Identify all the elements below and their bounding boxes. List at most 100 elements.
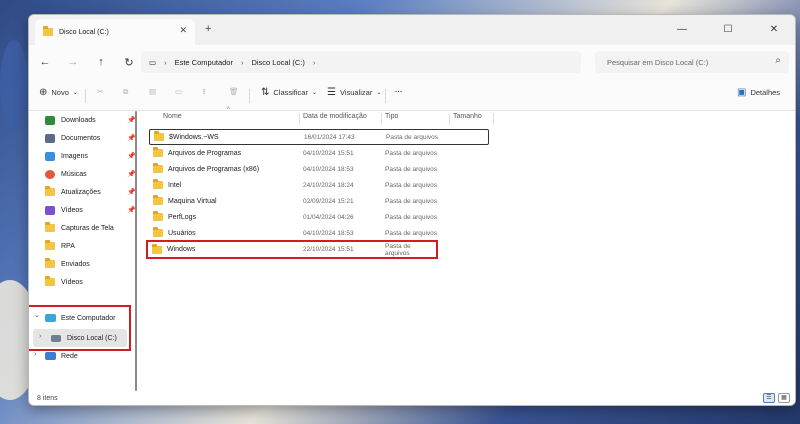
search-box[interactable]: Pesquisar em Disco Local (C:) ⌕: [595, 51, 789, 73]
sort-button[interactable]: ⇅ Classificar ⌄: [261, 87, 317, 98]
sidebar-item-atualizacoes[interactable]: Atualizações: [45, 183, 101, 201]
file-name: Arquivos de Programas (x86): [168, 165, 260, 173]
table-row[interactable]: Arquivos de Programas (x86) 04/10/2024 1…: [149, 161, 489, 177]
search-input[interactable]: Pesquisar em Disco Local (C:): [607, 58, 708, 67]
column-divider[interactable]: [449, 113, 450, 125]
sidebar-item-downloads[interactable]: Downloads: [45, 111, 96, 129]
sidebar-item-label: RPA: [61, 242, 75, 250]
address-bar[interactable]: ▭ › Este Computador › Disco Local (C:) ›: [141, 51, 581, 73]
sidebar-item-imagens[interactable]: Imagens: [45, 147, 88, 165]
folder-icon: [45, 222, 55, 232]
cut-icon[interactable]: ✂: [97, 87, 103, 96]
table-row[interactable]: Windows 22/10/2024 15:51 Pasta de arquiv…: [146, 240, 438, 259]
new-tab-button[interactable]: +: [205, 23, 211, 35]
body-area: Downloads 📌 Documentos 📌 Imagens 📌 Músic…: [29, 107, 795, 391]
details-view-button[interactable]: ☰: [763, 393, 775, 403]
column-header-name[interactable]: Nome: [163, 113, 182, 120]
table-row[interactable]: $Windows.~WS 16/01/2024 17:43 Pasta de a…: [149, 129, 489, 145]
file-name: Windows: [167, 246, 196, 253]
sidebar-item-documentos[interactable]: Documentos: [45, 129, 100, 147]
column-header-type[interactable]: Tipo: [385, 113, 398, 120]
sidebar-item-este-computador[interactable]: Este Computador: [45, 309, 115, 327]
file-type: Pasta de arquivos: [385, 165, 438, 173]
table-row[interactable]: Arquivos de Programas 04/10/2024 15:51 P…: [149, 145, 489, 161]
file-type: Pasta de arquivos: [385, 181, 438, 189]
share-icon[interactable]: ⇪: [201, 87, 207, 96]
toolbar-divider: [385, 89, 386, 103]
sort-icon: ⇅: [261, 87, 270, 98]
more-options-button[interactable]: ···: [395, 87, 403, 96]
toolbar-divider: [249, 89, 250, 103]
paste-icon[interactable]: ▤: [149, 87, 156, 96]
delete-icon[interactable]: 🗑: [229, 87, 239, 96]
file-name: Maquina Virtual: [168, 197, 217, 205]
minimize-button[interactable]: —: [659, 19, 705, 39]
sidebar-item-label: Documentos: [61, 134, 101, 142]
tab-title: Disco Local (C:): [59, 28, 109, 36]
close-tab-icon[interactable]: ✕: [179, 25, 187, 36]
maximize-button[interactable]: ☐: [705, 19, 751, 39]
table-row[interactable]: Usuários 04/10/2024 18:53 Pasta de arqui…: [149, 225, 489, 241]
sidebar-item-rede[interactable]: Rede: [45, 347, 78, 365]
breadcrumb-disco-local[interactable]: Disco Local (C:): [251, 58, 304, 67]
folder-icon: [153, 179, 163, 189]
sidebar-item-rpa[interactable]: RPA: [45, 237, 75, 255]
sidebar-item-capturas-de-tela[interactable]: Capturas de Tela: [45, 219, 114, 237]
sidebar-item-videos[interactable]: Vídeos: [45, 201, 83, 219]
sidebar-item-label: Enviados: [61, 260, 90, 268]
column-header-date[interactable]: Data de modificação: [303, 113, 367, 120]
sidebar-item-musicas[interactable]: Músicas: [45, 165, 87, 183]
folder-icon: [43, 26, 53, 36]
new-button[interactable]: ⊕ Novo ⌄: [39, 87, 78, 98]
sidebar-item-label: Músicas: [61, 170, 87, 178]
music-icon: [45, 169, 55, 179]
sidebar-item-label: Imagens: [61, 152, 88, 160]
sidebar-item-label: Vídeos: [61, 206, 83, 214]
sidebar-item-disco-local[interactable]: Disco Local (C:): [51, 329, 117, 347]
breadcrumb-este-computador[interactable]: Este Computador: [175, 58, 233, 67]
column-divider[interactable]: [493, 113, 494, 125]
file-name: Usuários: [168, 229, 196, 237]
sidebar-scrollbar[interactable]: [135, 111, 137, 391]
breadcrumb-separator[interactable]: ›: [313, 58, 316, 67]
close-window-button[interactable]: ✕: [751, 19, 795, 39]
expand-chevron-icon[interactable]: ⌄: [34, 311, 40, 319]
details-button[interactable]: ▣ Detalhes: [737, 87, 780, 98]
copy-icon[interactable]: ⧉: [123, 87, 128, 97]
column-divider[interactable]: [299, 113, 300, 125]
wallpaper-shape: [0, 40, 28, 130]
file-type: Pasta de arquivos: [385, 213, 438, 221]
folder-icon: [45, 276, 55, 286]
table-row[interactable]: Maquina Virtual 02/09/2024 15:21 Pasta d…: [149, 193, 489, 209]
tiles-view-button[interactable]: ▦: [778, 393, 790, 403]
refresh-button[interactable]: ↻: [115, 56, 143, 69]
back-button[interactable]: ←: [31, 56, 59, 68]
view-button[interactable]: ☰ Visualizar ⌄: [327, 87, 381, 98]
rename-icon[interactable]: ▭: [175, 87, 182, 96]
chevron-down-icon: ⌄: [72, 90, 78, 96]
monitor-icon: ▭: [149, 57, 157, 67]
sidebar-item-enviados[interactable]: Enviados: [45, 255, 90, 273]
table-row[interactable]: Intel 24/10/2024 18:24 Pasta de arquivos: [149, 177, 489, 193]
chevron-down-icon: ⌄: [311, 90, 318, 96]
file-type: Pasta de arquivos: [385, 229, 438, 237]
file-type: Pasta de arquivos: [386, 133, 439, 141]
folder-icon: [153, 211, 163, 221]
drive-icon: [51, 334, 61, 342]
command-bar: ⊕ Novo ⌄ ✂ ⧉ ▤ ▭ ⇪ 🗑 ⇅ Classificar ⌄ ☰ V…: [29, 79, 795, 111]
breadcrumb-separator[interactable]: ›: [241, 58, 244, 67]
collapse-chevron-icon[interactable]: ›: [39, 333, 41, 340]
computer-icon: [45, 314, 56, 322]
column-divider[interactable]: [381, 113, 382, 125]
chevron-down-icon: ⌄: [376, 90, 382, 96]
toolbar-divider: [85, 89, 86, 103]
file-date: 22/10/2024 15:51: [303, 246, 354, 253]
column-header-size[interactable]: Tamanho: [453, 113, 482, 120]
table-row[interactable]: PerfLogs 01/04/2024 04:26 Pasta de arqui…: [149, 209, 489, 225]
tab-disco-local[interactable]: Disco Local (C:) ✕: [35, 19, 195, 45]
forward-button[interactable]: →: [59, 56, 87, 68]
collapse-chevron-icon[interactable]: ›: [34, 351, 36, 358]
up-button[interactable]: ↑: [87, 56, 115, 68]
search-icon[interactable]: ⌕: [775, 55, 781, 66]
sidebar-item-videos-folder[interactable]: Vídeos: [45, 273, 83, 291]
